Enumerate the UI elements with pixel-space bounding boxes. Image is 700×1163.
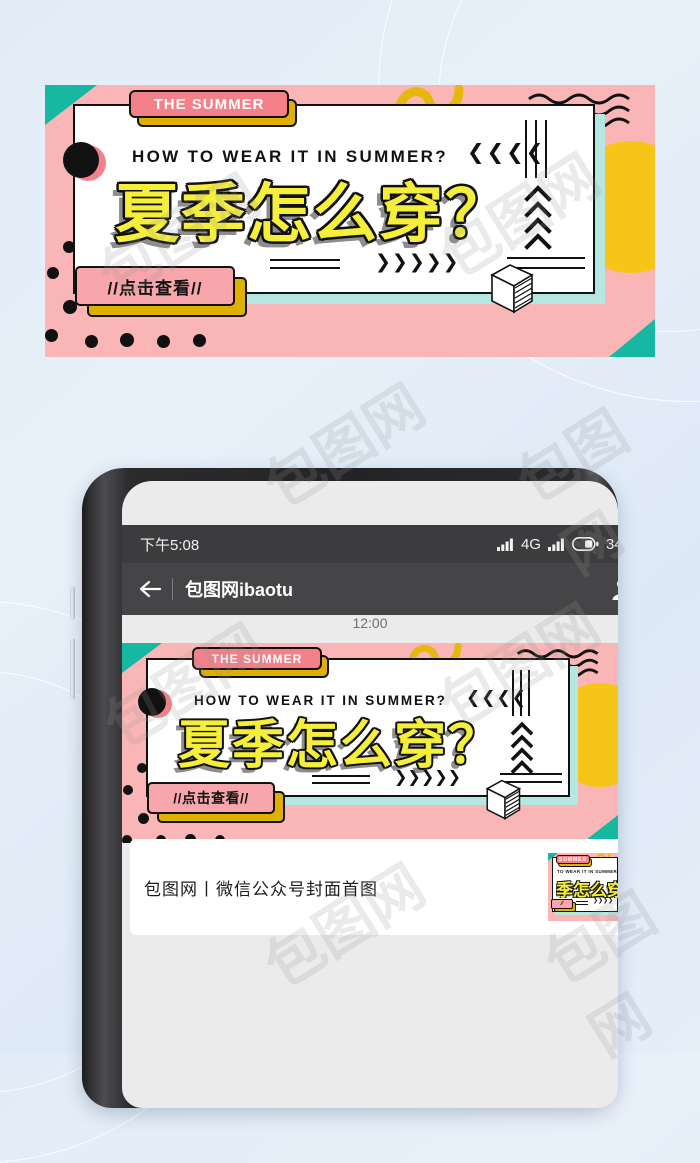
article-title: 包图网丨微信公众号封面首图 [144, 879, 378, 900]
user-avatar-icon[interactable] [610, 577, 618, 601]
chevron-right-group-icon: ❯❯❯❯ [593, 898, 614, 904]
battery-icon [571, 537, 599, 551]
poster-preview-large: THE SUMMER HOW TO WEAR IT IN SUMMER? ❮❮❮… [45, 85, 655, 357]
title-front-layer: 季怎么穿 [556, 881, 618, 898]
chevron-right-group-icon: ❯❯❯❯❯ [394, 769, 462, 786]
signal-bars-icon [496, 538, 513, 551]
decor-dot [47, 267, 59, 279]
horizontal-rule [576, 901, 588, 902]
status-time: 下午5:08 [140, 536, 200, 554]
isometric-cube-icon [490, 264, 534, 314]
back-arrow-icon[interactable] [138, 579, 162, 599]
article-card[interactable]: 包图网丨微信公众号封面首图 SUMMER TO WEAR IT IN SUMME… [130, 839, 618, 935]
summer-tag: THE SUMMER [129, 90, 297, 127]
decor-dot [157, 335, 170, 348]
phone-power-button[interactable] [70, 638, 75, 700]
horizontal-rule [270, 259, 340, 261]
poster-chinese-title: 夏季怎么穿？ 夏季怎么穿？ [109, 163, 535, 258]
title-front-layer: 夏季怎么穿？ [115, 178, 511, 252]
summer-tag: SUMMER [556, 855, 592, 867]
decor-dot [45, 329, 58, 342]
vertical-rule [528, 670, 530, 716]
poster-cta-button[interactable]: //点击查看// [147, 782, 285, 823]
phone-mockup: 下午5:08 4G 3 包图网ibaotu 12:00 THE SUMMER H… [62, 468, 638, 1108]
phone-volume-button[interactable] [70, 586, 75, 620]
poster-english-line: TO WEAR IT IN SUMMER? [557, 869, 618, 874]
vertical-rule [535, 120, 537, 178]
summer-tag-label: SUMMER [556, 855, 590, 864]
summer-tag-label: THE SUMMER [129, 90, 289, 118]
horizontal-rule [576, 904, 588, 905]
black-circle-large [138, 688, 166, 716]
title-front-layer: 夏季怎么穿？ [178, 716, 503, 776]
phone-body: 下午5:08 4G 3 包图网ibaotu 12:00 THE SUMMER H… [82, 468, 618, 1108]
phone-bezel: 下午5:08 4G 3 包图网ibaotu 12:00 THE SUMMER H… [122, 481, 618, 1108]
navbar-title: 包图网ibaotu [185, 580, 293, 600]
decor-dot [85, 335, 98, 348]
status-bar: 下午5:08 4G 3 [122, 525, 618, 563]
vertical-rule [545, 120, 547, 178]
network-type-label: 4G [520, 535, 541, 553]
chevron-left-group-icon: ❮❮❮❮ [467, 141, 546, 164]
app-navbar: 包图网ibaotu [122, 563, 618, 615]
summer-tag-label: THE SUMMER [192, 647, 322, 670]
horizontal-rule [500, 773, 562, 775]
phone-screen: 下午5:08 4G 3 包图网ibaotu 12:00 THE SUMMER H… [122, 481, 618, 1108]
poster-cta-label: //点击查看// [147, 782, 275, 814]
poster-cta-label: //点击查看// [75, 266, 235, 306]
black-circle-large [63, 142, 99, 178]
chevron-right-group-icon: ❯❯❯❯❯ [375, 252, 460, 273]
horizontal-rule [312, 782, 370, 784]
teal-triangle-bottomright [609, 319, 655, 357]
signal-bars-icon [547, 538, 564, 551]
decor-dot [123, 785, 133, 795]
poster-cta-button: ⁄⁄ [551, 899, 576, 912]
decor-dot [63, 241, 75, 253]
decor-dot [137, 763, 147, 773]
poster-cta-label: ⁄⁄ [551, 899, 573, 909]
horizontal-rule [312, 775, 370, 777]
poster-chinese-title: 夏季怎么穿？ 夏季怎么穿？ [173, 703, 528, 781]
poster-chinese-title: 季怎么穿 季怎么穿 [556, 876, 618, 898]
horizontal-rule [507, 257, 585, 259]
decor-dot [193, 334, 206, 347]
poster-cta-button[interactable]: //点击查看// [75, 266, 247, 317]
navbar-divider [172, 578, 173, 600]
battery-percent-label: 34% [605, 535, 618, 553]
decor-dot [138, 813, 149, 824]
chat-timestamp: 12:00 [352, 615, 388, 631]
poster-in-chat[interactable]: THE SUMMER HOW TO WEAR IT IN SUMMER? ❮❮❮… [122, 643, 618, 843]
article-thumbnail: SUMMER TO WEAR IT IN SUMMER? 季怎么穿 季怎么穿 ❯… [548, 853, 618, 921]
poster-thumbnail: SUMMER TO WEAR IT IN SUMMER? 季怎么穿 季怎么穿 ❯… [548, 853, 618, 921]
isometric-cube-icon [485, 779, 522, 820]
decor-dot [120, 333, 134, 347]
summer-tag: THE SUMMER [192, 647, 329, 678]
horizontal-rule [270, 267, 340, 269]
